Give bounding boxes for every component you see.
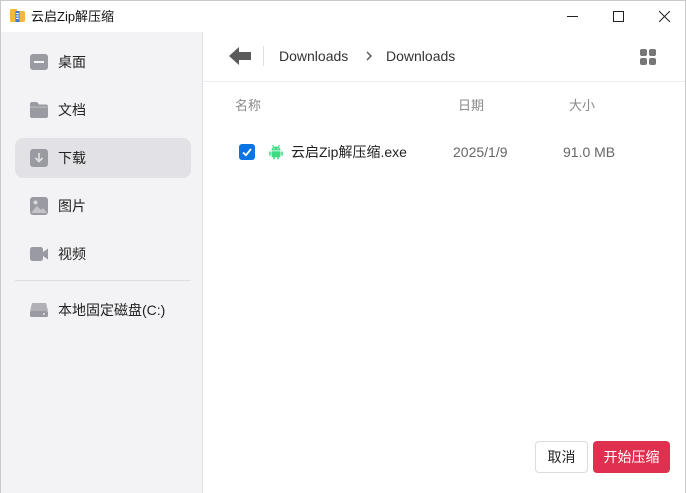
sidebar-item-desktop[interactable]: 桌面 [15, 42, 191, 82]
sidebar-item-documents[interactable]: 文档 [15, 90, 191, 130]
sidebar-item-label: 文档 [58, 102, 86, 118]
app-window: 云启Zip解压缩 桌面 文档 下载 图片 视频 本地固定磁盘(C:) Downl… [0, 0, 686, 493]
sidebar-item-videos[interactable]: 视频 [15, 234, 191, 274]
sidebar-divider [15, 280, 191, 281]
file-date: 2025/1/9 [453, 144, 508, 160]
close-icon [658, 11, 670, 22]
sidebar-item-downloads[interactable]: 下载 [15, 138, 191, 178]
start-compress-button[interactable]: 开始压缩 [593, 441, 670, 473]
main-pane: Downloads Downloads 名称 日期 大小 云启Zip解压缩.ex… [203, 32, 685, 493]
file-size: 91.0 MB [563, 144, 616, 160]
maximize-button[interactable] [595, 1, 641, 32]
image-icon [30, 197, 48, 215]
sidebar-item-label: 桌面 [58, 54, 86, 70]
back-arrow-icon[interactable] [229, 46, 253, 66]
minimize-button[interactable] [549, 1, 595, 32]
video-icon [30, 247, 48, 261]
chevron-right-icon [366, 51, 372, 61]
sidebar-item-local-disk[interactable]: 本地固定磁盘(C:) [15, 290, 191, 330]
sidebar: 桌面 文档 下载 图片 视频 本地固定磁盘(C:) [1, 32, 203, 493]
sidebar-item-label: 视频 [58, 246, 86, 262]
maximize-icon [612, 11, 624, 22]
sidebar-item-label: 图片 [58, 198, 86, 214]
path-bar: Downloads Downloads [203, 32, 685, 82]
column-header-name[interactable]: 名称 [235, 98, 261, 113]
drive-icon [30, 303, 48, 317]
breadcrumb-item[interactable]: Downloads [279, 48, 348, 64]
file-row[interactable]: 云启Zip解压缩.exe 2025/1/9 91.0 MB [229, 132, 669, 172]
file-name: 云启Zip解压缩.exe [291, 144, 407, 160]
column-header-size[interactable]: 大小 [569, 98, 595, 113]
breadcrumb-item[interactable]: Downloads [386, 48, 455, 64]
cancel-button[interactable]: 取消 [535, 441, 588, 473]
minimize-icon [566, 16, 578, 17]
sidebar-item-label: 本地固定磁盘(C:) [58, 302, 166, 318]
checkmark-icon [242, 148, 252, 157]
sidebar-item-label: 下载 [58, 150, 86, 166]
sidebar-item-pictures[interactable]: 图片 [15, 186, 191, 226]
title-bar: 云启Zip解压缩 [1, 1, 685, 32]
grid-view-icon[interactable] [639, 48, 657, 66]
download-icon [30, 149, 48, 167]
window-title: 云启Zip解压缩 [31, 9, 115, 24]
desktop-icon [30, 54, 48, 70]
android-icon [269, 144, 283, 160]
close-button[interactable] [641, 1, 686, 32]
column-header-date[interactable]: 日期 [458, 98, 484, 113]
folder-icon [30, 102, 48, 118]
app-logo-icon [10, 9, 25, 22]
file-checkbox[interactable] [239, 144, 255, 160]
path-divider [263, 46, 264, 66]
